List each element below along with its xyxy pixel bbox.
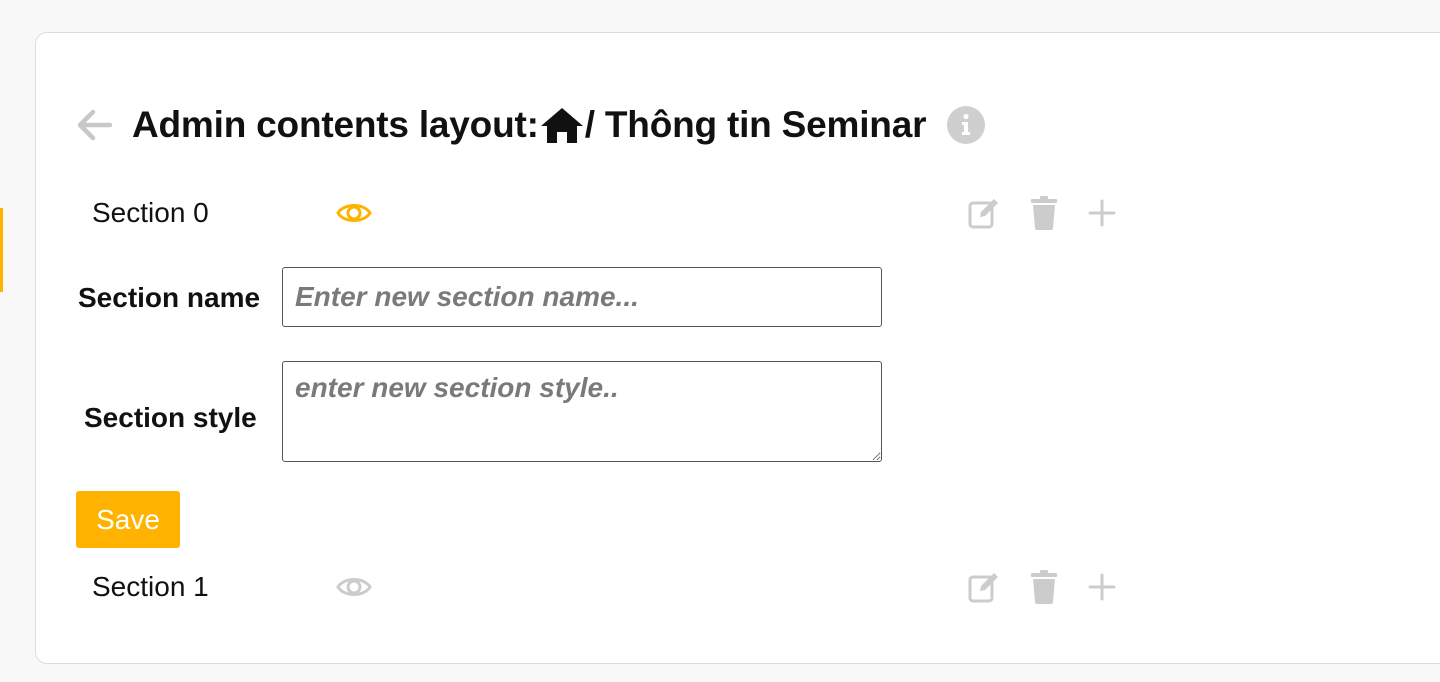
add-section-button[interactable] (1084, 195, 1120, 231)
breadcrumb-path: / Thông tin Seminar (584, 104, 927, 145)
section-row: Section 1 (92, 565, 1116, 609)
edit-section-button[interactable] (966, 195, 1002, 231)
section-label: Section 1 (92, 571, 209, 602)
delete-section-button[interactable] (1026, 569, 1062, 605)
back-button[interactable] (74, 105, 114, 145)
trash-icon (1031, 570, 1057, 604)
left-accent-bar (0, 208, 3, 292)
page-header: Admin contents layout: / Thông tin Semin… (74, 101, 986, 149)
section-name-input[interactable] (282, 267, 882, 327)
plus-icon (1088, 573, 1116, 601)
section-name-label: Section name (78, 282, 261, 313)
edit-icon (968, 573, 998, 603)
home-icon[interactable] (539, 105, 585, 145)
plus-icon (1088, 199, 1116, 227)
arrow-left-icon (77, 109, 113, 141)
page-title: Admin contents layout: / Thông tin Semin… (132, 104, 926, 146)
info-circle-icon (947, 106, 986, 144)
add-section-button[interactable] (1084, 569, 1120, 605)
layout-editor-card: Admin contents layout: / Thông tin Semin… (35, 32, 1440, 664)
info-button[interactable] (946, 105, 986, 145)
section-style-textarea[interactable] (282, 361, 882, 462)
save-button[interactable]: Save (76, 491, 180, 548)
delete-section-button[interactable] (1026, 195, 1062, 231)
page-title-prefix: Admin contents layout: (132, 104, 539, 145)
visibility-toggle[interactable] (336, 197, 372, 229)
section-style-label: Section style (84, 402, 257, 433)
eye-icon (336, 204, 372, 222)
section-row: Section 0 (92, 191, 1116, 235)
visibility-toggle[interactable] (336, 571, 372, 603)
edit-icon (968, 199, 998, 229)
edit-section-button[interactable] (966, 569, 1002, 605)
trash-icon (1031, 196, 1057, 230)
section-label: Section 0 (92, 197, 209, 228)
eye-icon (336, 578, 372, 596)
